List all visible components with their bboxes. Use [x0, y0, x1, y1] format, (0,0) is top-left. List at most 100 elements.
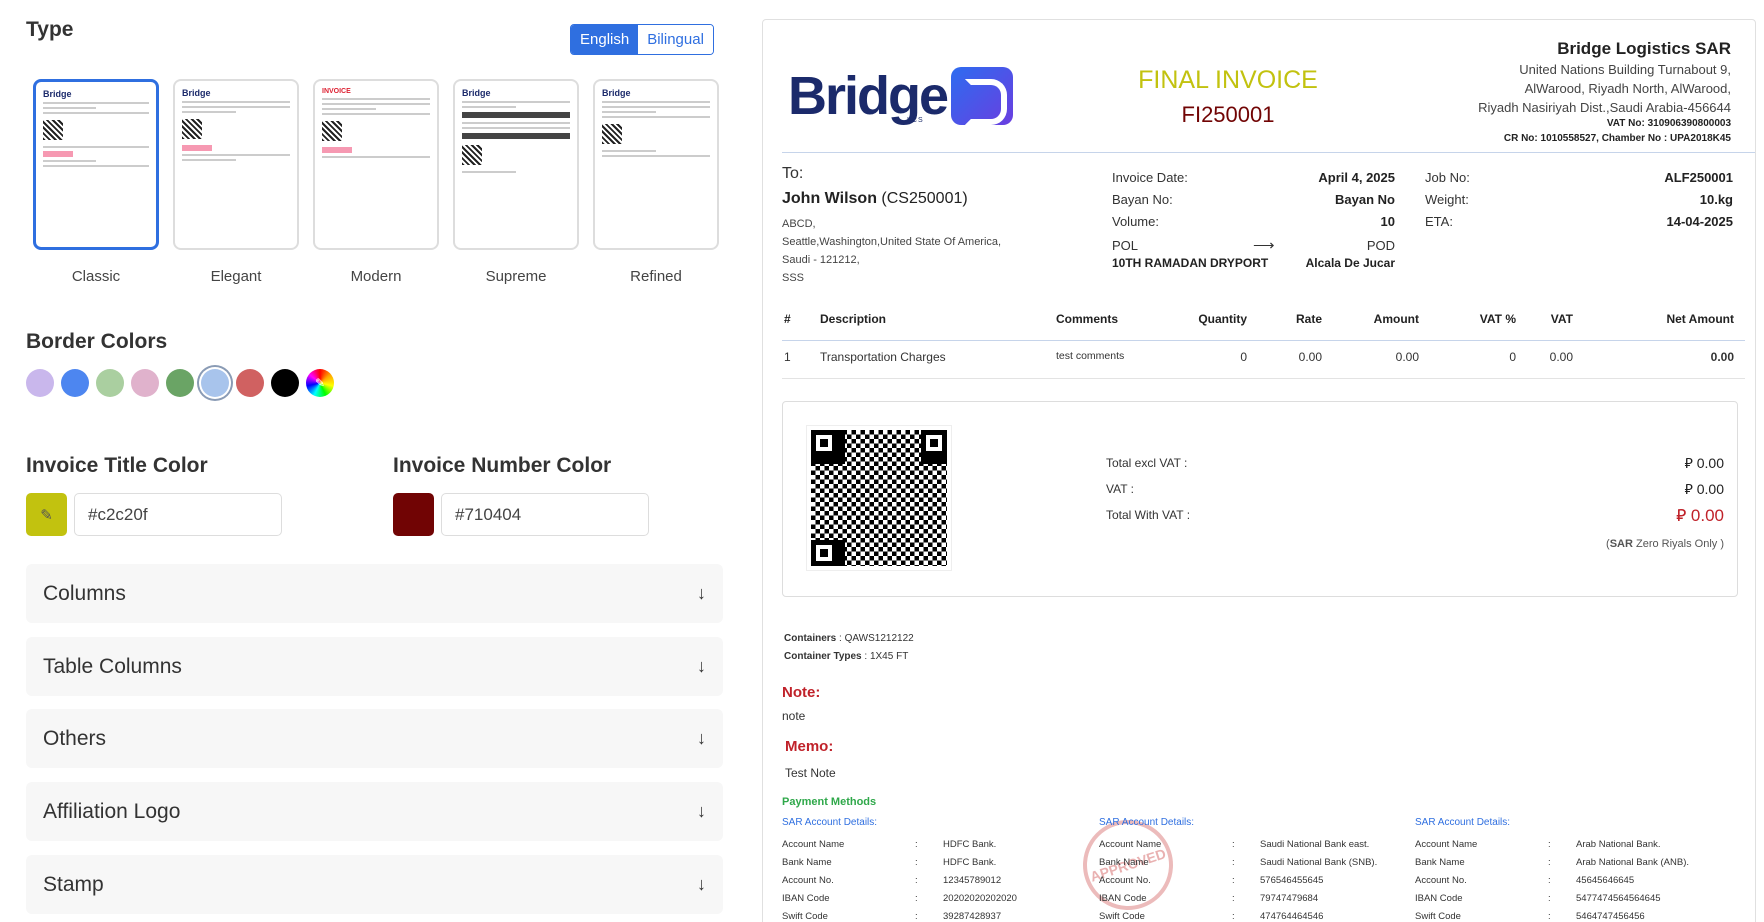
- bank-row: Bank Name: Arab National Bank (ANB).: [1415, 853, 1705, 871]
- bank-field-value: Arab National Bank.: [1576, 838, 1661, 850]
- container-types-value: 1X45 FT: [869, 651, 909, 662]
- company-logo: Bridge LCS: [788, 65, 1014, 127]
- customer-code: (CS250001): [881, 190, 968, 207]
- bank-field-colon: :: [1232, 910, 1235, 922]
- bank-field-label: IBAN Code: [1415, 892, 1463, 904]
- column-header: #: [784, 312, 791, 326]
- color-swatch-blue[interactable]: [61, 369, 89, 397]
- invoice-title-color-input[interactable]: #c2c20f: [74, 493, 282, 536]
- header-divider: [782, 152, 1755, 153]
- app-root: Type English Bilingual Bridge Classic Br…: [0, 0, 1764, 922]
- address-line: Saudi - 121212,: [782, 254, 860, 266]
- invoice-number: FI250001: [1181, 102, 1275, 127]
- cell: 0.00: [1395, 350, 1419, 364]
- column-header: Quantity: [1198, 312, 1247, 326]
- customer-name: John Wilson (CS250001): [782, 190, 968, 208]
- items-table-header: # Description Comments Quantity Rate Amo…: [782, 312, 1745, 334]
- vat-value: ⃁ 0.00: [1684, 481, 1724, 497]
- english-button[interactable]: English: [571, 25, 639, 54]
- color-swatch-pink[interactable]: [131, 369, 159, 397]
- pencil-icon[interactable]: ✎: [26, 493, 67, 536]
- template-thumbnail-classic[interactable]: Bridge: [33, 79, 159, 250]
- bank-row: Account No.: 45645646645: [1415, 871, 1705, 889]
- bank-field-label: Account No.: [1099, 874, 1151, 886]
- bank-field-colon: :: [1548, 856, 1551, 868]
- note-text: note: [782, 709, 806, 723]
- address-line: ABCD,: [782, 218, 816, 230]
- bank-field-value: HDFC Bank.: [943, 838, 997, 850]
- template-label: Elegant: [210, 268, 262, 285]
- type-heading: Type: [26, 18, 74, 41]
- container-types-line: Container Types : 1X45 FT: [784, 651, 909, 662]
- pod-label: POD: [1366, 238, 1395, 253]
- bayan-value: Bayan No: [1335, 192, 1395, 207]
- bank-field-label: Swift Code: [782, 910, 828, 922]
- arrow-down-icon: ↓: [697, 801, 706, 821]
- table-row-divider: [782, 378, 1745, 379]
- template-thumbnail-elegant[interactable]: Bridge: [173, 79, 299, 250]
- note-heading: Note:: [782, 684, 821, 701]
- qr-code: [806, 425, 952, 571]
- total-with-vat-value: ⃁ 0.00: [1676, 506, 1724, 525]
- color-swatch-green[interactable]: [166, 369, 194, 397]
- template-label: Classic: [71, 268, 121, 285]
- bank-field-colon: :: [915, 838, 918, 850]
- accordion-label: Stamp: [43, 872, 104, 896]
- volume-label: Volume:: [1112, 214, 1159, 229]
- job-value: ALF250001: [1664, 170, 1733, 185]
- bank-row: IBAN Code: 20202020202020: [782, 889, 1072, 907]
- invoice-number-color-heading: Invoice Number Color: [393, 454, 612, 477]
- bayan-label: Bayan No:: [1112, 192, 1173, 207]
- accordion-stamp[interactable]: Stamp ↓: [26, 855, 723, 914]
- job-label: Job No:: [1425, 170, 1470, 185]
- invoice-date-label: Invoice Date:: [1112, 170, 1188, 185]
- color-swatch-red[interactable]: [236, 369, 264, 397]
- invoice-preview: Bridge LCS FINAL INVOICE FI250001 Bridge…: [762, 19, 1756, 922]
- bank-field-colon: :: [915, 892, 918, 904]
- color-swatch-light-green[interactable]: [96, 369, 124, 397]
- bank-row: Account No.: 576546455645: [1099, 871, 1389, 889]
- invoice-number-color-row: #710404: [393, 493, 649, 536]
- invoice-date: April 4, 2025: [1318, 170, 1395, 185]
- arrow-down-icon: ↓: [697, 583, 706, 603]
- summary-box: Total excl VAT : ⃁ 0.00 VAT : ⃁ 0.00 Tot…: [782, 401, 1738, 597]
- template-modern[interactable]: INVOICE Modern: [313, 79, 439, 285]
- accordion-others[interactable]: Others ↓: [26, 709, 723, 768]
- color-chip[interactable]: [393, 493, 434, 536]
- bank-details-2: SAR Account Details: Account Name: Saudi …: [1099, 817, 1389, 922]
- template-thumbnail-supreme[interactable]: Bridge: [453, 79, 579, 250]
- template-elegant[interactable]: Bridge Elegant: [173, 79, 299, 285]
- bank-field-value: 5464747456456: [1576, 910, 1645, 922]
- template-thumbnail-modern[interactable]: INVOICE: [313, 79, 439, 250]
- template-supreme[interactable]: Bridge Supreme: [453, 79, 579, 285]
- bank-field-value: 79747479684: [1260, 892, 1319, 904]
- bank-field-label: Account Name: [782, 838, 845, 850]
- bank-row: Swift Code: 39287428937: [782, 907, 1072, 922]
- template-classic[interactable]: Bridge Classic: [33, 79, 159, 285]
- accordion-table-columns[interactable]: Table Columns ↓: [26, 637, 723, 696]
- address-line: Seattle,Washington,United State Of Ameri…: [782, 236, 1002, 248]
- company-info: Bridge Logistics SAR United Nations Buil…: [1478, 39, 1731, 146]
- cell: 0: [1240, 350, 1247, 364]
- template-refined[interactable]: Bridge Refined: [593, 79, 719, 285]
- color-swatch-black[interactable]: [271, 369, 299, 397]
- table-row: 1 Transportation Charges test comments 0…: [782, 350, 1745, 372]
- color-picker-icon[interactable]: ✎: [306, 369, 334, 397]
- accordion-columns[interactable]: Columns ↓: [26, 564, 723, 623]
- total-with-vat-label: Total With VAT :: [1106, 508, 1191, 522]
- bank-field-label: Account Name: [1415, 838, 1478, 850]
- logo-subtext: LCS: [907, 117, 924, 124]
- words-rest: Zero Riyals Only ): [1632, 538, 1724, 550]
- template-thumbnail-refined[interactable]: Bridge: [593, 79, 719, 250]
- bank-details-1: SAR Account Details: Account Name: HDFC B…: [782, 817, 1072, 922]
- bank-field-value: 45645646645: [1576, 874, 1635, 886]
- color-swatch-light-blue[interactable]: [201, 369, 229, 397]
- amount-in-words: (SAR Zero Riyals Only ): [1606, 538, 1724, 550]
- bilingual-button[interactable]: Bilingual: [638, 25, 713, 54]
- bank-field-colon: :: [1548, 838, 1551, 850]
- invoice-number-color-input[interactable]: #710404: [441, 493, 649, 536]
- bank-field-value: Saudi National Bank east.: [1260, 838, 1370, 850]
- color-swatch-lavender[interactable]: [26, 369, 54, 397]
- accordion-affiliation-logo[interactable]: Affiliation Logo ↓: [26, 782, 723, 841]
- arrow-down-icon: ↓: [697, 874, 706, 894]
